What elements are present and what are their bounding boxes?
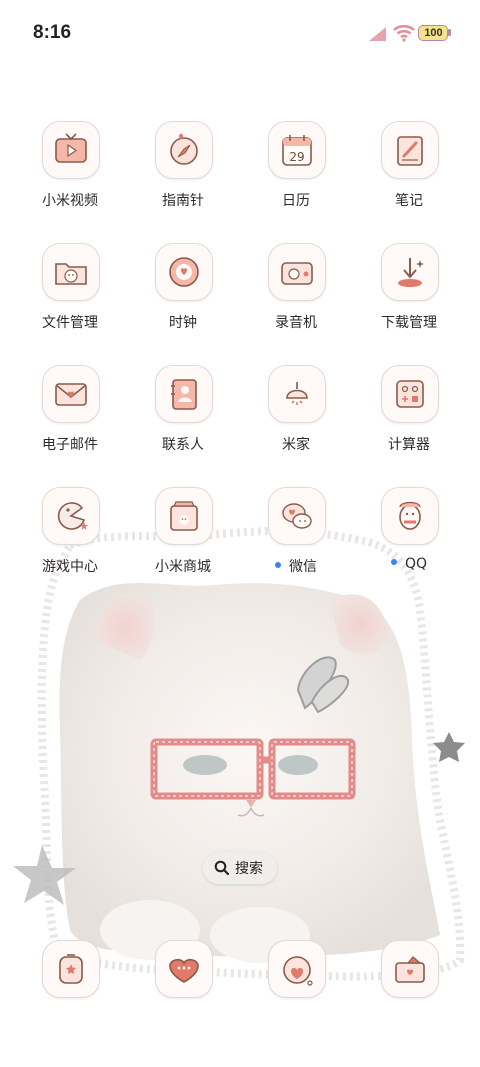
wifi-icon <box>393 25 415 42</box>
dock-camera[interactable] <box>353 940 465 1000</box>
search-icon <box>214 860 230 876</box>
video-player-icon <box>42 121 100 179</box>
app-label: 微信 <box>240 556 352 576</box>
dock-phone[interactable] <box>14 940 126 1000</box>
mi-store-icon <box>155 487 213 545</box>
contacts-icon <box>155 365 213 423</box>
app-mi-store[interactable]: 小米商城 <box>127 487 239 597</box>
battery-level: 100 <box>424 27 443 39</box>
app-email[interactable]: 电子邮件 <box>14 365 126 475</box>
app-label: QQ <box>353 556 465 572</box>
status-time: 8:16 <box>33 22 72 43</box>
notification-dot <box>390 559 397 565</box>
app-label-text: QQ <box>404 556 428 572</box>
app-label: 时钟 <box>169 315 197 331</box>
search-button[interactable]: 搜索 <box>203 852 277 884</box>
app-label: 电子邮件 <box>42 437 98 453</box>
calculator-icon <box>381 365 439 423</box>
app-mi-video[interactable]: 小米视频 <box>14 121 126 231</box>
app-label: 小米商城 <box>155 559 211 575</box>
app-file-manager[interactable]: 文件管理 <box>14 243 126 353</box>
app-label: 计算器 <box>388 437 430 453</box>
dock-messages[interactable] <box>127 940 239 1000</box>
game-center-icon <box>42 487 100 545</box>
app-game-center[interactable]: 游戏中心 <box>14 487 126 597</box>
app-qq[interactable]: QQ <box>353 487 465 597</box>
app-calendar[interactable]: 29 日历 <box>240 121 352 231</box>
app-wechat[interactable]: 微信 <box>240 487 352 597</box>
app-label: 米家 <box>282 437 310 453</box>
app-notes[interactable]: 笔记 <box>353 121 465 231</box>
compass-icon <box>155 121 213 179</box>
app-label-text: 微信 <box>289 559 317 575</box>
app-label: 录音机 <box>275 315 317 331</box>
app-mi-home[interactable]: 米家 <box>240 365 352 475</box>
download-icon <box>381 243 439 301</box>
wechat-icon <box>268 487 326 545</box>
app-label: 指南针 <box>162 193 204 209</box>
app-label: 笔记 <box>395 193 423 209</box>
phone-icon <box>42 940 100 998</box>
smart-home-icon <box>268 365 326 423</box>
app-label: 下载管理 <box>381 315 437 331</box>
app-label: 游戏中心 <box>42 559 98 575</box>
calendar-date: 29 <box>289 150 304 164</box>
app-download-manager[interactable]: 下载管理 <box>353 243 465 353</box>
app-label: 日历 <box>282 193 310 209</box>
notes-icon <box>381 121 439 179</box>
browser-icon <box>268 940 326 998</box>
qq-icon <box>381 487 439 545</box>
signal-icon <box>369 27 386 41</box>
app-calculator[interactable]: 计算器 <box>353 365 465 475</box>
app-label: 联系人 <box>162 437 204 453</box>
status-bar: 8:16 100 <box>0 0 480 68</box>
camera-icon <box>381 940 439 998</box>
battery-indicator: 100 <box>418 25 451 41</box>
app-clock[interactable]: 时钟 <box>127 243 239 353</box>
notification-dot <box>275 562 281 568</box>
app-label: 文件管理 <box>42 315 98 331</box>
app-compass[interactable]: 指南针 <box>127 121 239 231</box>
recorder-icon <box>268 243 326 301</box>
dock-browser[interactable] <box>240 940 352 1000</box>
mail-icon <box>42 365 100 423</box>
app-contacts[interactable]: 联系人 <box>127 365 239 475</box>
clock-icon <box>155 243 213 301</box>
app-recorder[interactable]: 录音机 <box>240 243 352 353</box>
search-label: 搜索 <box>235 861 263 877</box>
folder-icon <box>42 243 100 301</box>
calendar-icon: 29 <box>268 121 326 179</box>
app-label: 小米视频 <box>42 193 98 209</box>
messages-icon <box>155 940 213 998</box>
